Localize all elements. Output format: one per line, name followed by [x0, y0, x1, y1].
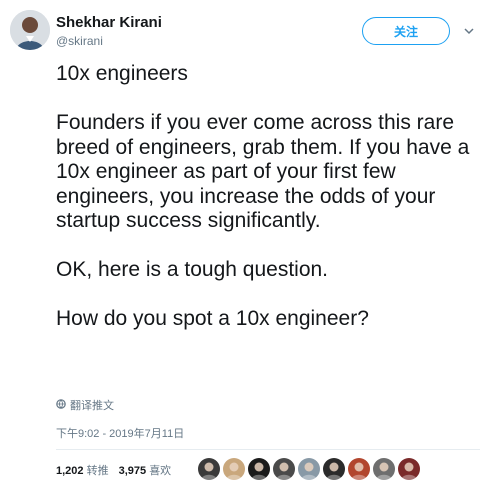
tweet-header: Shekhar Kirani @skirani 关注	[0, 0, 480, 60]
liker-avatar[interactable]	[347, 457, 371, 481]
retweets-stat[interactable]: 1,202 转推	[56, 462, 109, 478]
liker-avatar[interactable]	[372, 457, 396, 481]
liker-avatar[interactable]	[322, 457, 346, 481]
translate-tweet-link[interactable]: 翻译推文	[56, 397, 114, 413]
tweet-paragraph: 10x engineers	[56, 62, 188, 85]
retweets-label: 转推	[86, 465, 109, 477]
likes-label: 喜欢	[149, 465, 172, 477]
liker-avatar[interactable]	[247, 457, 271, 481]
tweet-paragraph: How do you spot a 10x engineer?	[56, 307, 369, 330]
liker-avatar[interactable]	[297, 457, 321, 481]
liker-avatar[interactable]	[272, 457, 296, 481]
likes-count: 3,975	[118, 465, 147, 477]
author-avatar[interactable]	[10, 10, 50, 50]
author-name[interactable]: Shekhar Kirani	[56, 14, 162, 31]
author-handle[interactable]: @skirani	[56, 34, 103, 48]
globe-icon	[56, 398, 66, 412]
chevron-down-icon[interactable]	[462, 24, 476, 38]
tweet-timestamp[interactable]: 下午9:02 - 2019年7月11日	[56, 425, 184, 441]
tweet-text: 10x engineers Founders if you ever come …	[56, 62, 472, 332]
liker-avatar[interactable]	[397, 457, 421, 481]
liker-avatars	[197, 457, 422, 481]
follow-button[interactable]: 关注	[362, 17, 450, 45]
tweet-paragraph: OK, here is a tough question.	[56, 258, 329, 281]
tweet-paragraph: Founders if you ever come across this ra…	[56, 111, 470, 232]
liker-avatar[interactable]	[222, 457, 246, 481]
tweet-stats: 1,202 转推 3,975 喜欢	[56, 462, 181, 478]
liker-avatar[interactable]	[197, 457, 221, 481]
translate-label: 翻译推文	[70, 400, 114, 412]
divider	[56, 449, 480, 450]
retweets-count: 1,202	[56, 465, 84, 477]
likes-stat[interactable]: 3,975 喜欢	[119, 462, 172, 478]
